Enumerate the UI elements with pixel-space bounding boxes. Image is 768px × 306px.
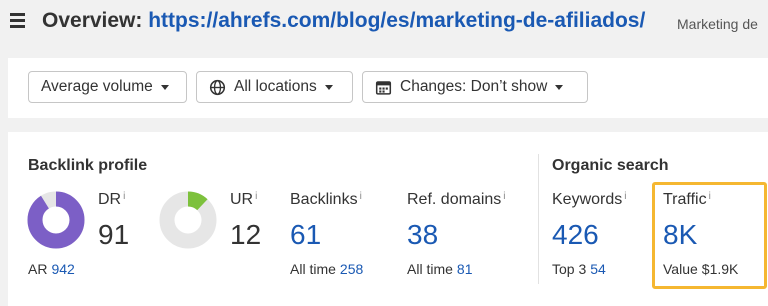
hamburger-menu-icon[interactable] xyxy=(10,13,25,28)
keywords-top3: Top 3 54 xyxy=(552,261,606,277)
backlinks-all-time-value[interactable]: 258 xyxy=(340,261,363,277)
globe-icon xyxy=(209,79,226,95)
chevron-down-icon xyxy=(324,84,333,90)
keywords-label: Keywords i xyxy=(552,191,626,209)
ur-label-text: UR xyxy=(230,191,254,208)
volume-dropdown[interactable]: Average volume xyxy=(28,71,187,103)
metrics-card: Backlink profile DR i 91 AR 942 UR i 12 Bac… xyxy=(8,132,768,306)
traffic-value-label: Value xyxy=(663,261,698,277)
backlinks-value[interactable]: 61 xyxy=(290,219,321,251)
backlink-profile-title: Backlink profile xyxy=(28,157,148,174)
ref-domains-all-time: All time 81 xyxy=(407,261,472,277)
info-icon[interactable]: i xyxy=(123,191,125,202)
dr-donut-chart xyxy=(27,191,85,249)
page-title-prefix: Overview: xyxy=(42,9,143,32)
ar-row: AR 942 xyxy=(28,261,75,277)
ref-domains-all-time-value[interactable]: 81 xyxy=(457,261,473,277)
chevron-down-icon xyxy=(555,84,564,90)
keywords-label-text: Keywords xyxy=(552,191,623,208)
backlinks-label-text: Backlinks xyxy=(290,191,358,208)
info-icon[interactable]: i xyxy=(360,191,362,202)
info-icon[interactable]: i xyxy=(503,191,505,202)
ur-donut-track xyxy=(159,191,217,249)
info-icon[interactable]: i xyxy=(255,191,257,202)
traffic-value-row: Value $1.9K xyxy=(663,261,738,277)
keywords-top3-value[interactable]: 54 xyxy=(590,261,606,277)
backlinks-all-time: All time 258 xyxy=(290,261,363,277)
dr-label-text: DR xyxy=(98,191,122,208)
backlinks-label: Backlinks i xyxy=(290,191,362,209)
ur-value: 12 xyxy=(230,219,262,250)
organic-search-title: Organic search xyxy=(552,157,669,174)
dr-value: 91 xyxy=(98,219,130,250)
top-bar: Overview: https://ahrefs.com/blog/es/mar… xyxy=(0,0,768,46)
ref-domains-label-text: Ref. domains xyxy=(407,191,502,208)
locations-dropdown[interactable]: All locations xyxy=(196,71,353,103)
volume-dropdown-label: Average volume xyxy=(41,78,153,95)
locations-dropdown-label: All locations xyxy=(234,78,317,95)
dr-label: DR i xyxy=(98,191,125,209)
page-subtitle: Marketing de xyxy=(677,16,758,32)
traffic-value-amount: $1.9K xyxy=(701,261,739,277)
page-url-link[interactable]: https://ahrefs.com/blog/es/marketing-de-… xyxy=(148,9,645,32)
dr-donut-fill xyxy=(27,191,85,249)
page-title: Overview: https://ahrefs.com/blog/es/mar… xyxy=(42,9,645,33)
ur-label: UR i xyxy=(230,191,257,209)
ref-domains-label: Ref. domains i xyxy=(407,191,506,209)
info-icon[interactable]: i xyxy=(709,191,711,202)
ref-domains-value[interactable]: 38 xyxy=(407,219,438,251)
chevron-down-icon xyxy=(160,84,169,90)
ar-label: AR xyxy=(28,261,48,277)
traffic-label-text: Traffic xyxy=(663,191,707,208)
keywords-value[interactable]: 426 xyxy=(552,219,599,251)
ref-domains-all-time-label: All time xyxy=(407,261,453,277)
changes-dropdown-label: Changes: Don’t show xyxy=(400,78,548,95)
traffic-value[interactable]: 8K xyxy=(663,219,697,251)
filter-bar: Average volume All locations Changes: Do… xyxy=(8,58,768,118)
ar-value[interactable]: 942 xyxy=(51,261,74,277)
backlinks-all-time-label: All time xyxy=(290,261,336,277)
calendar-icon xyxy=(375,80,392,95)
changes-dropdown[interactable]: Changes: Don’t show xyxy=(362,71,588,103)
traffic-label: Traffic i xyxy=(663,191,711,209)
info-icon[interactable]: i xyxy=(624,191,626,202)
ur-donut-chart xyxy=(159,191,217,249)
section-divider xyxy=(538,154,539,284)
keywords-top3-label: Top 3 xyxy=(552,261,587,277)
